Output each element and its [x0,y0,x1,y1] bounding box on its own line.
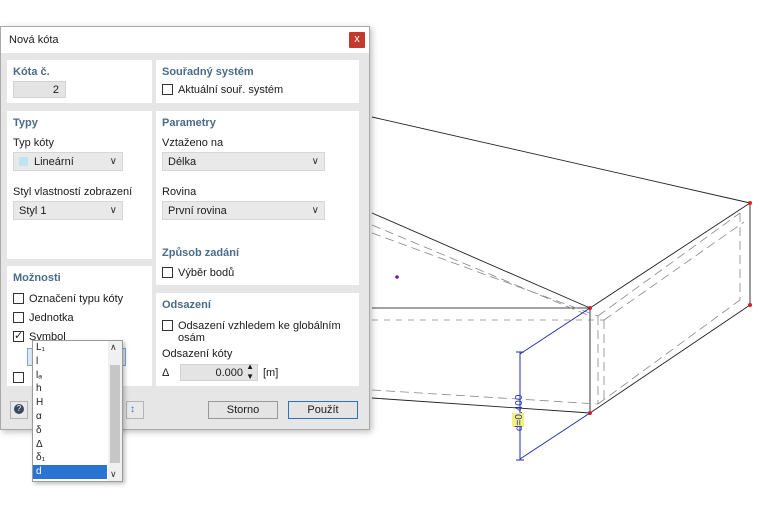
scroll-down-icon[interactable]: ∨ [110,469,117,480]
beam-wireframe [371,116,751,414]
symbol-options: L₁ l lₐ h Hα δ Δδ₁ d [33,341,107,479]
display-style-value: Styl 1 [19,205,47,217]
number-panel: Kóta č. 2 [7,60,152,103]
coordinate-system-panel: Souřadný systém Aktuální souř. systém [156,60,359,103]
symbol-option[interactable]: d [33,465,107,479]
dimension-tool-icon: ↕ [130,404,135,415]
unit-checkbox[interactable] [13,312,24,323]
symbol-option[interactable]: l [33,355,107,369]
scroll-thumb[interactable] [110,365,120,463]
symbol-option[interactable]: H [33,396,107,410]
symbol-option[interactable]: L₁ [33,341,107,355]
dimension-type-select[interactable]: Lineární ∨ [13,152,123,171]
options-heading: Možnosti [13,272,61,284]
chevron-down-icon: ∨ [311,156,319,167]
symbol-option[interactable]: δ [33,424,107,438]
types-heading: Typy [13,117,38,129]
offset-panel: Odsazení Odsazení vzhledem ke globálním … [156,293,359,386]
symbol-option[interactable]: h [33,382,107,396]
types-panel: Typy Typ kóty Lineární ∨ Styl vlastností… [7,111,152,259]
parameters-heading: Parametry [162,117,216,129]
type-mark-checkbox[interactable] [13,293,24,304]
close-button[interactable]: x [349,32,365,48]
help-button[interactable]: ? [10,401,28,419]
offset-value-field[interactable]: 0.000 ▲ ▼ [180,362,258,382]
cancel-button[interactable]: Storno [208,401,278,419]
symbol-option[interactable]: Δ [33,438,107,452]
current-coord-checkbox[interactable] [162,84,173,95]
apply-button[interactable]: Použít [288,401,358,419]
hidden-edges [371,212,745,405]
symbol-option[interactable]: lₐ [33,369,107,383]
symbol-option[interactable]: δ₁ [33,451,107,465]
node-points [588,201,752,415]
dimension-type-label: Typ kóty [13,137,54,149]
offset-unit: [m] [263,367,279,379]
dimension-offset-label: Odsazení kóty [162,348,233,360]
pick-points-label: Výběr bodů [178,267,235,279]
global-axes-checkbox[interactable] [162,320,173,331]
plane-label: Rovina [162,186,197,198]
dropdown-scrollbar[interactable]: ∧ ∨ [108,341,122,481]
unit-label: Jednotka [29,312,74,324]
type-mark-label: Označení typu kóty [29,293,124,305]
offset-heading: Odsazení [162,299,211,311]
extra-option-checkbox[interactable] [13,372,24,383]
input-method-panel-body: Způsob zadání Výběr bodů [156,241,359,285]
dialog-title: Nová kóta [9,34,59,46]
help-icon: ? [14,404,24,414]
dimension-number-field[interactable]: 2 [13,81,66,98]
display-style-select[interactable]: Styl 1 ∨ [13,201,123,220]
symbol-dropdown-list[interactable]: L₁ l lₐ h Hα δ Δδ₁ d ∧ ∨ [32,340,123,482]
dimension-label: d=0.400 [512,394,525,431]
scroll-up-icon[interactable]: ∧ [110,342,117,353]
plane-select[interactable]: První rovina ∨ [162,201,325,220]
related-to-label: Vztaženo na [162,137,224,149]
dimension-line [516,307,591,461]
number-heading: Kóta č. [13,66,50,78]
offset-value: 0.000 [215,367,243,379]
current-coord-label: Aktuální souř. systém [178,84,284,96]
dimension-type-value: Lineární [34,156,74,168]
svg-text:d=0.400: d=0.400 [514,394,525,431]
dialog-titlebar[interactable]: Nová kóta x [1,27,369,53]
coord-heading: Souřadný systém [162,66,254,78]
parameters-panel: Parametry Vztaženo na Délka ∨ Rovina Prv… [156,111,359,259]
pick-points-checkbox[interactable] [162,267,173,278]
symbol-option[interactable]: α [33,410,107,424]
reference-point [395,275,399,279]
related-to-value: Délka [168,156,197,168]
related-to-select[interactable]: Délka ∨ [162,152,325,171]
delta-label: Δ [162,367,170,379]
display-style-label: Styl vlastností zobrazení [13,186,133,198]
spinner-icon[interactable]: ▲ ▼ [246,362,254,382]
linear-type-icon [19,157,28,166]
global-axes-label: Odsazení vzhledem ke globálním osám [178,320,341,344]
chevron-down-icon: ∨ [109,205,117,216]
chevron-down-icon: ∨ [311,205,319,216]
input-method-heading: Způsob zadání [162,247,239,259]
plane-value: První rovina [168,205,227,217]
chevron-down-icon: ∨ [109,156,117,167]
symbol-checkbox[interactable] [13,329,24,342]
dimension-tool-button[interactable]: ↕ [126,401,144,419]
